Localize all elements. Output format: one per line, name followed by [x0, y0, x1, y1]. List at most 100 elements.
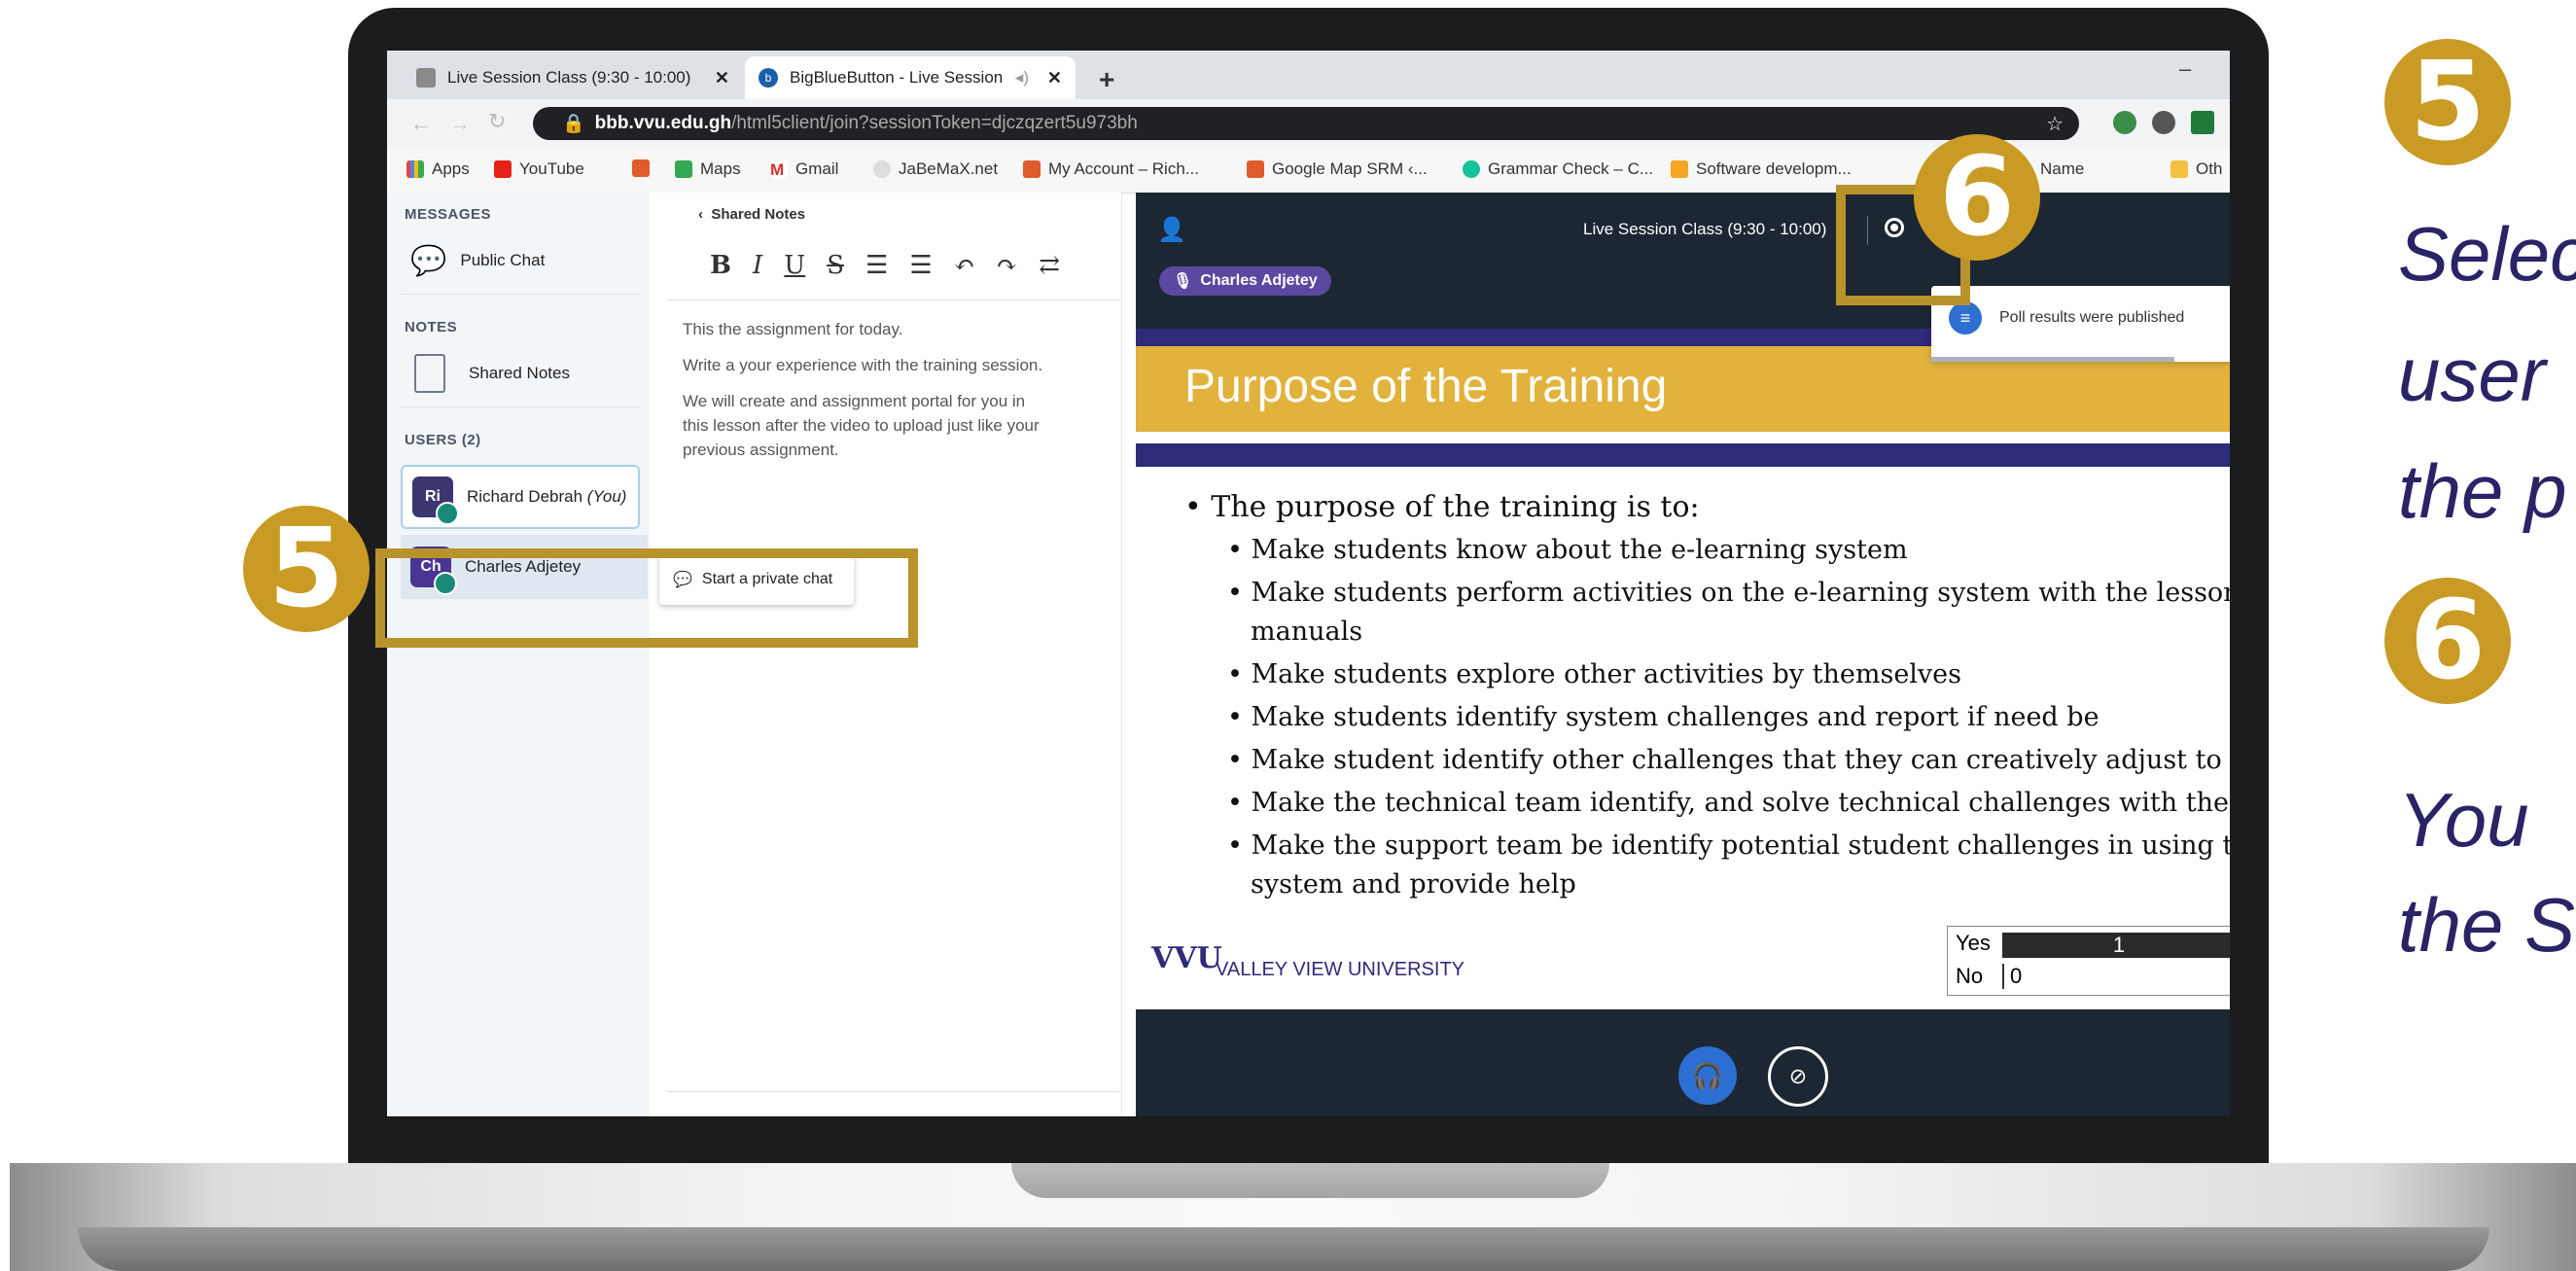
callout-box-private-chat: [375, 548, 918, 648]
slide-bullet-continued: manuals: [1251, 617, 1363, 647]
bookmark-gmail[interactable]: M Gmail: [770, 159, 838, 179]
italic-button[interactable]: I: [753, 251, 762, 280]
bookmark-youtube[interactable]: YouTube: [494, 159, 584, 179]
shared-notes-item[interactable]: Shared Notes: [397, 348, 640, 399]
sync-icon[interactable]: ⇄: [1039, 251, 1060, 280]
shared-notes-panel: ‹ Shared Notes B I U S ☰ ☰ ↶ ↷ ⇄ This th…: [650, 193, 1122, 1116]
university-name: VALLEY VIEW UNIVERSITY: [1216, 959, 1465, 980]
shared-notes-editor[interactable]: This the assignment for today. Write a y…: [683, 317, 1120, 462]
step-six-text-line: the S: [2398, 882, 2576, 968]
callout-badge-five: 5: [243, 506, 370, 632]
extension-icon[interactable]: [2113, 111, 2136, 134]
forward-icon[interactable]: →: [449, 111, 471, 136]
poll-bar-yes: 1: [2002, 933, 2230, 958]
callout-badge-six: 6: [1914, 134, 2040, 261]
bookmark-icon: [1247, 160, 1264, 178]
bold-button[interactable]: B: [710, 251, 731, 280]
bookmark-name[interactable]: Name: [2040, 159, 2084, 179]
browser-tab-live-session[interactable]: Live Session Class (9:30 - 10:00) ✕: [403, 56, 743, 99]
talking-indicator: 🎙 Charles Adjetey: [1159, 266, 1331, 296]
new-tab-icon[interactable]: +: [1099, 64, 1114, 95]
bookmark-software-development[interactable]: Software developm...: [1671, 159, 1852, 179]
avatar: Ri: [412, 477, 459, 525]
url-path: /html5client/join?sessionToken=djczqzert…: [731, 113, 1138, 133]
public-chat-item[interactable]: 💬 Public Chat: [397, 235, 640, 286]
headphones-icon: 🎧: [1691, 1060, 1724, 1090]
headphones-button[interactable]: 🎧: [1678, 1046, 1737, 1105]
grammarly-icon: [1463, 160, 1480, 178]
globe-icon: [873, 160, 891, 178]
back-to-shared-notes[interactable]: ‹ Shared Notes: [698, 206, 805, 223]
lock-icon: 🔒: [562, 114, 585, 134]
poll-published-toast[interactable]: ≡ Poll results were published: [1931, 286, 2230, 362]
bookmark-google-map-srm[interactable]: Google Map SRM ‹...: [1247, 159, 1428, 179]
camera-off-icon: ⊘: [1788, 1064, 1808, 1088]
step-six-badge: 6: [2384, 578, 2511, 704]
presentation-area: 👤 Live Session Class (9:30 - 10:00) 🎙 Ch…: [1136, 193, 2230, 1116]
notes-header: NOTES: [405, 319, 458, 335]
reload-icon[interactable]: ↻: [488, 109, 506, 134]
url-host: bbb.vvu.edu.gh: [594, 113, 732, 133]
users-header: USERS (2): [405, 432, 481, 448]
close-tab-icon[interactable]: ✕: [715, 68, 729, 88]
bookmark-icon: [1023, 160, 1041, 178]
poll-results: Yes 1 No 0: [1947, 926, 2230, 996]
bookmark-maps[interactable]: Maps: [675, 159, 741, 179]
slide-bullet: • Make students perform activities on th…: [1227, 578, 2230, 608]
close-tab-icon[interactable]: ✕: [1047, 68, 1062, 88]
notes-icon: [414, 354, 445, 393]
step-five-text-line: user: [2398, 332, 2546, 417]
excel-extension-icon[interactable]: [2191, 111, 2214, 134]
step-five-text-line: the p: [2398, 448, 2567, 534]
poll-bar-no: 0: [2002, 964, 2022, 989]
gmail-icon: M: [770, 160, 788, 179]
step-five-badge: 5: [2384, 39, 2511, 165]
ordered-list-icon[interactable]: ☰: [865, 251, 888, 280]
microphone-icon: 🎙: [1173, 273, 1193, 290]
bookmark-my-account[interactable]: My Account – Rich...: [1023, 159, 1199, 179]
microphone-status-icon: [436, 502, 459, 525]
browser-tab-bigbluebutton[interactable]: b BigBlueButton - Live Session ◂) ✕: [745, 56, 1076, 99]
notes-toolbar: B I U S ☰ ☰ ↶ ↷ ⇄: [710, 251, 1060, 280]
bookmark-apps[interactable]: Apps: [406, 159, 470, 179]
folder-icon: [2170, 160, 2188, 178]
bookmark-maps[interactable]: [632, 159, 657, 177]
undo-icon[interactable]: ↶: [954, 251, 975, 280]
underline-button[interactable]: U: [784, 251, 805, 280]
messages-header: MESSAGES: [405, 206, 492, 223]
step-five-text-line: Selec: [2398, 211, 2576, 297]
youtube-icon: [494, 160, 512, 178]
tab-title: BigBlueButton - Live Session: [790, 68, 1004, 87]
bookmark-jabemax[interactable]: JaBeMaX.net: [873, 159, 998, 179]
slide-lead: • The purpose of the training is to:: [1184, 490, 1700, 524]
slide-bullet: • Make the technical team identify, and …: [1227, 788, 2230, 818]
slide-bullet: • Make students know about the e-learnin…: [1227, 535, 1908, 565]
back-icon[interactable]: ←: [410, 111, 432, 136]
audio-icon: ◂): [1014, 68, 1029, 87]
session-title: Live Session Class (9:30 - 10:00): [1583, 220, 1827, 238]
presentation-slide: Purpose of the Training • The purpose of…: [1136, 329, 2230, 1009]
slide-bullet: • Make students explore other activities…: [1227, 659, 1962, 689]
extension-icon[interactable]: [2152, 111, 2175, 134]
laptop-base-edge: [78, 1227, 2489, 1271]
unordered-list-icon[interactable]: ☰: [909, 251, 932, 280]
bigbluebutton-favicon-icon: b: [759, 68, 778, 88]
user-icon[interactable]: 👤: [1157, 216, 1186, 244]
url-input[interactable]: 🔒 bbb.vvu.edu.gh /html5client/join?sessi…: [533, 107, 2079, 140]
bookmark-grammar-check[interactable]: Grammar Check – C...: [1463, 159, 1653, 179]
tab-favicon-icon: [416, 68, 436, 88]
user-list-item-self[interactable]: Ri Richard Debrah (You): [401, 465, 640, 529]
share-webcam-button[interactable]: ⊘: [1768, 1046, 1828, 1107]
laptop-notch: [1011, 1163, 1609, 1198]
strikethrough-button[interactable]: S: [827, 251, 844, 280]
minimize-icon[interactable]: –: [2179, 56, 2191, 82]
university-logo: VVU: [1151, 941, 1222, 975]
bookmark-icon: [632, 159, 650, 177]
user-list-sidebar: MESSAGES 💬 Public Chat NOTES Shared Note…: [387, 193, 650, 1116]
slide-bullet: • Make students identify system challeng…: [1227, 702, 2100, 732]
redo-icon[interactable]: ↷: [996, 251, 1017, 280]
chat-icon: 💬: [410, 244, 447, 277]
bookmark-star-icon[interactable]: ☆: [2046, 112, 2064, 136]
bookmark-other[interactable]: Oth: [2170, 159, 2222, 179]
slide-bullet: • Make student identify other challenges…: [1227, 745, 2222, 775]
